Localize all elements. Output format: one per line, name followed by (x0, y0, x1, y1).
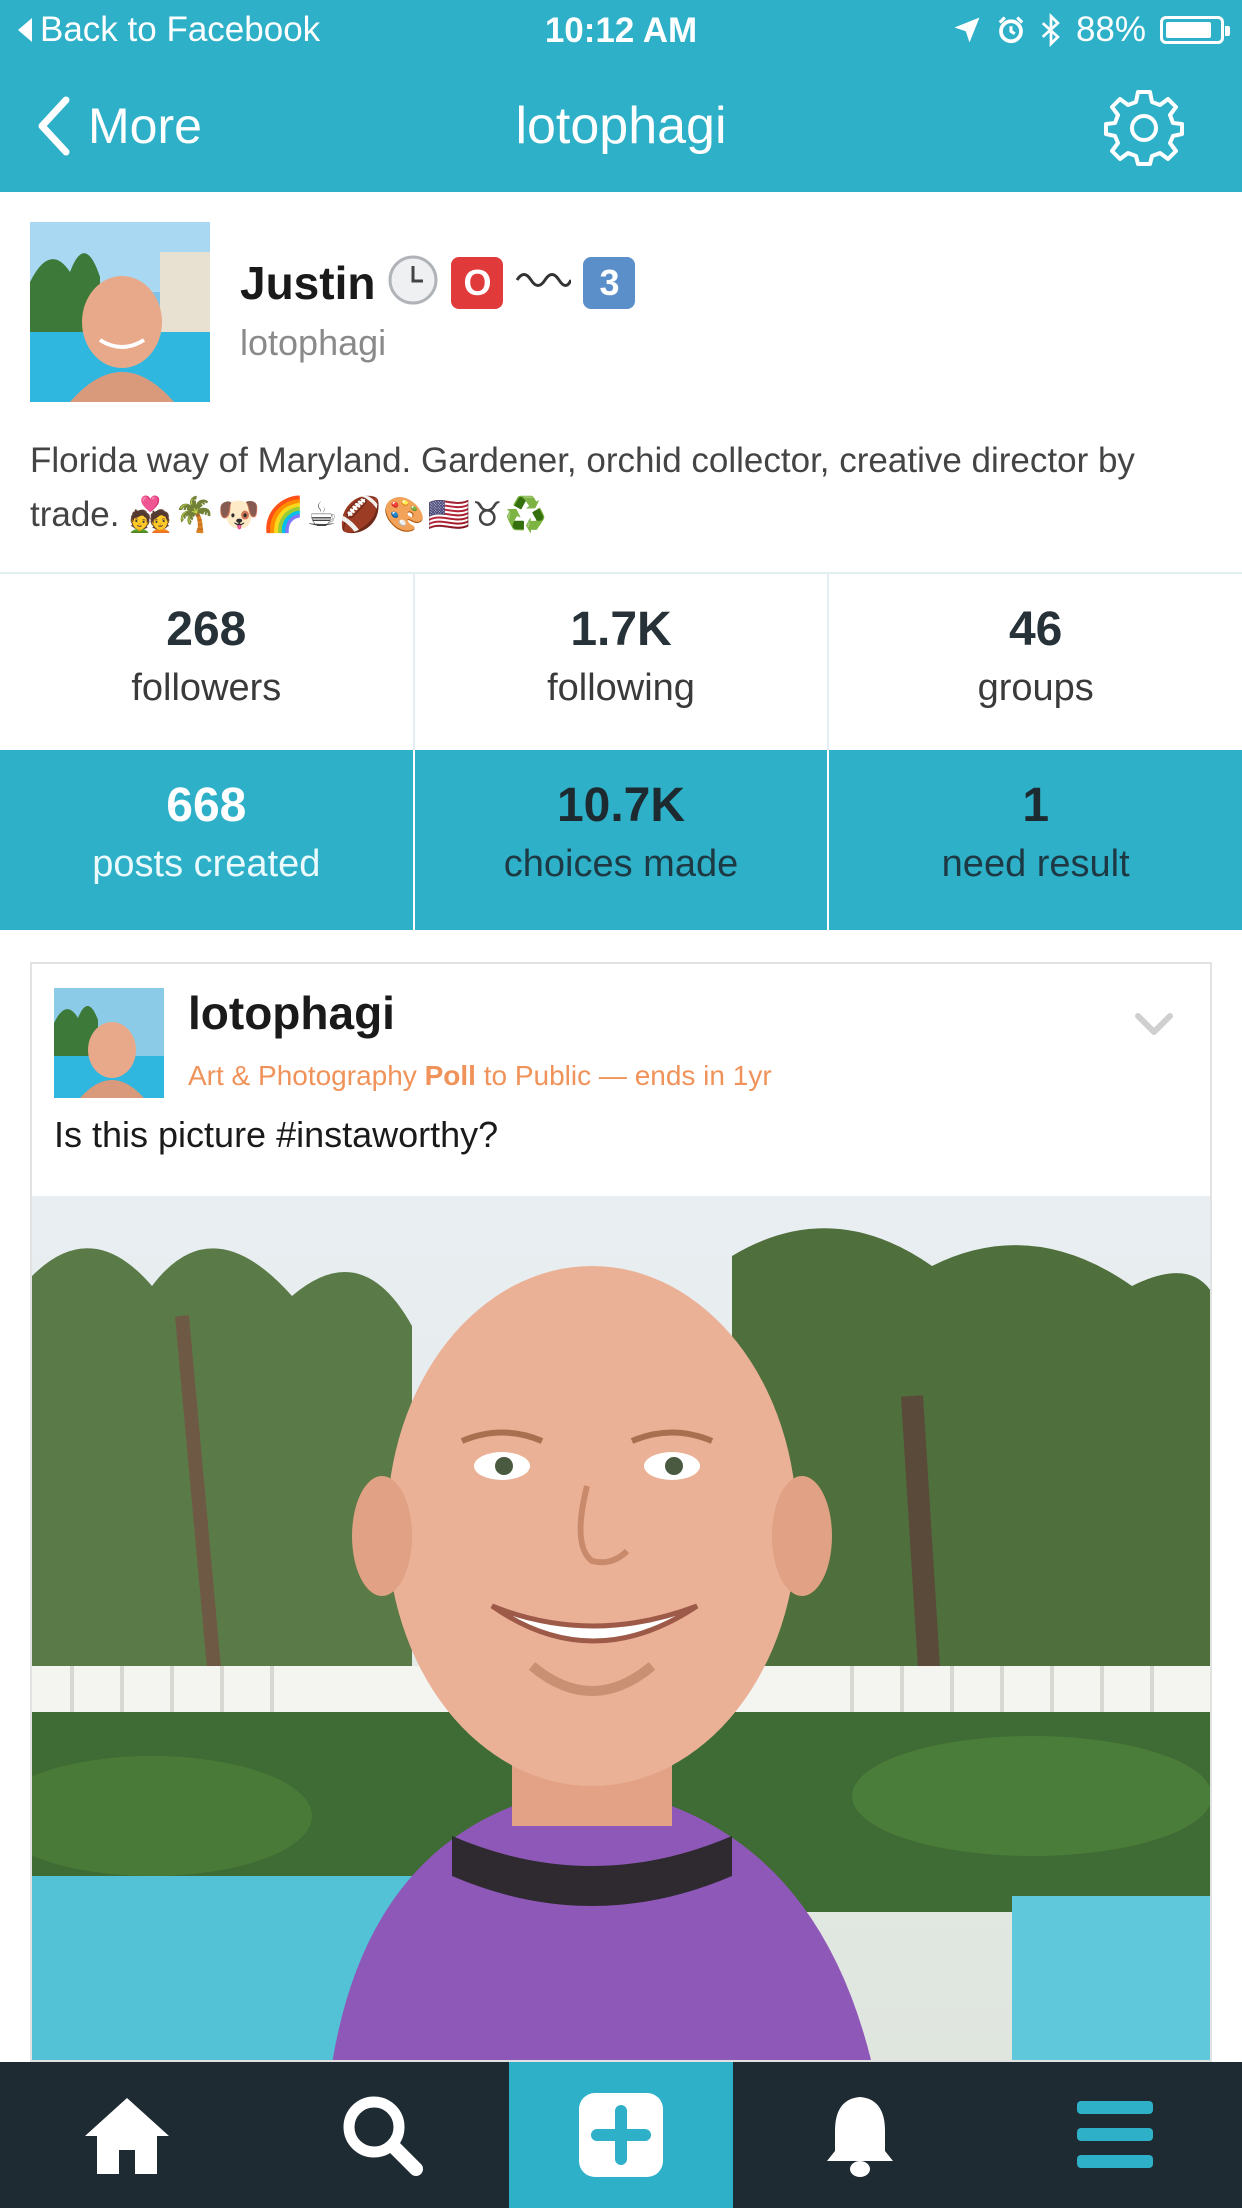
social-stats: 268 followers 1.7K following 46 groups (0, 572, 1242, 750)
choices-made-stat[interactable]: 10.7K choices made (412, 750, 828, 930)
wavy-dash-emoji-icon (515, 265, 573, 300)
posts-created-count: 668 (166, 779, 247, 832)
o-button-emoji-icon: O (451, 256, 504, 309)
followers-count: 268 (166, 603, 247, 656)
battery-percent: 88% (1075, 10, 1146, 49)
tab-home[interactable] (0, 2062, 255, 2208)
need-result-stat[interactable]: 1 need result (827, 750, 1242, 930)
keycap-three-emoji-icon: 3 (583, 256, 636, 309)
post-meta-separator: — (598, 1060, 627, 1091)
profile-handle: lotophagi (240, 322, 387, 363)
post-author-name[interactable]: lotophagi (188, 986, 395, 1040)
need-result-count: 1 (1022, 779, 1050, 832)
post-author-avatar[interactable] (54, 988, 164, 1098)
profile-avatar[interactable] (30, 222, 210, 402)
tab-create-post[interactable] (509, 2062, 733, 2208)
menu-icon (1076, 2101, 1153, 2168)
tab-notifications[interactable] (733, 2062, 988, 2208)
location-arrow-icon (954, 17, 980, 43)
profile-bio-emojis: 💑🌴🐶🌈☕🏈🎨🇺🇸♉♻️ (129, 496, 549, 534)
post-audience: to Public (483, 1060, 592, 1091)
tab-bar (0, 2062, 1242, 2208)
following-label: following (547, 667, 695, 709)
groups-stat[interactable]: 46 groups (827, 574, 1242, 750)
status-bar: Back to Facebook 10:12 AM 88% (0, 0, 1242, 60)
plus-icon (579, 2093, 663, 2177)
profile-header: Justin O 3 lotophagi Florida way of Mary… (0, 192, 1242, 572)
profile-name: Justin (240, 256, 376, 309)
alarm-icon (998, 16, 1024, 44)
posts-created-stat[interactable]: 668 posts created (0, 750, 413, 930)
home-icon (85, 2098, 170, 2174)
choices-made-label: choices made (503, 843, 739, 885)
post-question: Is this picture #instaworthy? (54, 1114, 499, 1155)
bell-icon (827, 2097, 894, 2177)
post-card: lotophagi Art & Photography Poll to Publ… (30, 962, 1212, 2062)
gear-icon[interactable] (1104, 86, 1184, 166)
clock-emoji-icon (387, 254, 439, 311)
post-meta: Art & Photography Poll to Public — ends … (188, 1060, 772, 1092)
posts-created-label: posts created (92, 843, 321, 885)
post-ends: ends in 1yr (634, 1060, 772, 1091)
groups-label: groups (977, 667, 1094, 709)
followers-stat[interactable]: 268 followers (0, 574, 413, 750)
post-photo[interactable] (32, 1196, 1210, 2060)
groups-count: 46 (1008, 603, 1063, 656)
bluetooth-icon (1041, 13, 1060, 47)
chevron-down-icon[interactable] (1134, 1004, 1174, 1044)
following-count: 1.7K (570, 603, 672, 656)
activity-stats: 668 posts created 10.7K choices made 1 n… (0, 750, 1242, 930)
battery-fill (1166, 22, 1212, 38)
tab-menu[interactable] (988, 2062, 1242, 2208)
battery-icon (1160, 16, 1230, 44)
choices-made-count: 10.7K (556, 779, 686, 832)
followers-label: followers (131, 667, 282, 709)
profile-name-row: Justin O 3 (240, 254, 636, 311)
need-result-label: need result (941, 843, 1130, 885)
page-title: lotophagi (515, 97, 727, 155)
nav-bar: More lotophagi (0, 60, 1242, 192)
post-type: Poll (424, 1060, 476, 1091)
search-icon (343, 2096, 423, 2176)
status-indicators: 88% (952, 8, 1230, 52)
following-stat[interactable]: 1.7K following (412, 574, 828, 750)
tab-search[interactable] (255, 2062, 510, 2208)
profile-bio: Florida way of Maryland. Gardener, orchi… (30, 434, 1210, 542)
post-category[interactable]: Art & Photography (188, 1060, 417, 1091)
